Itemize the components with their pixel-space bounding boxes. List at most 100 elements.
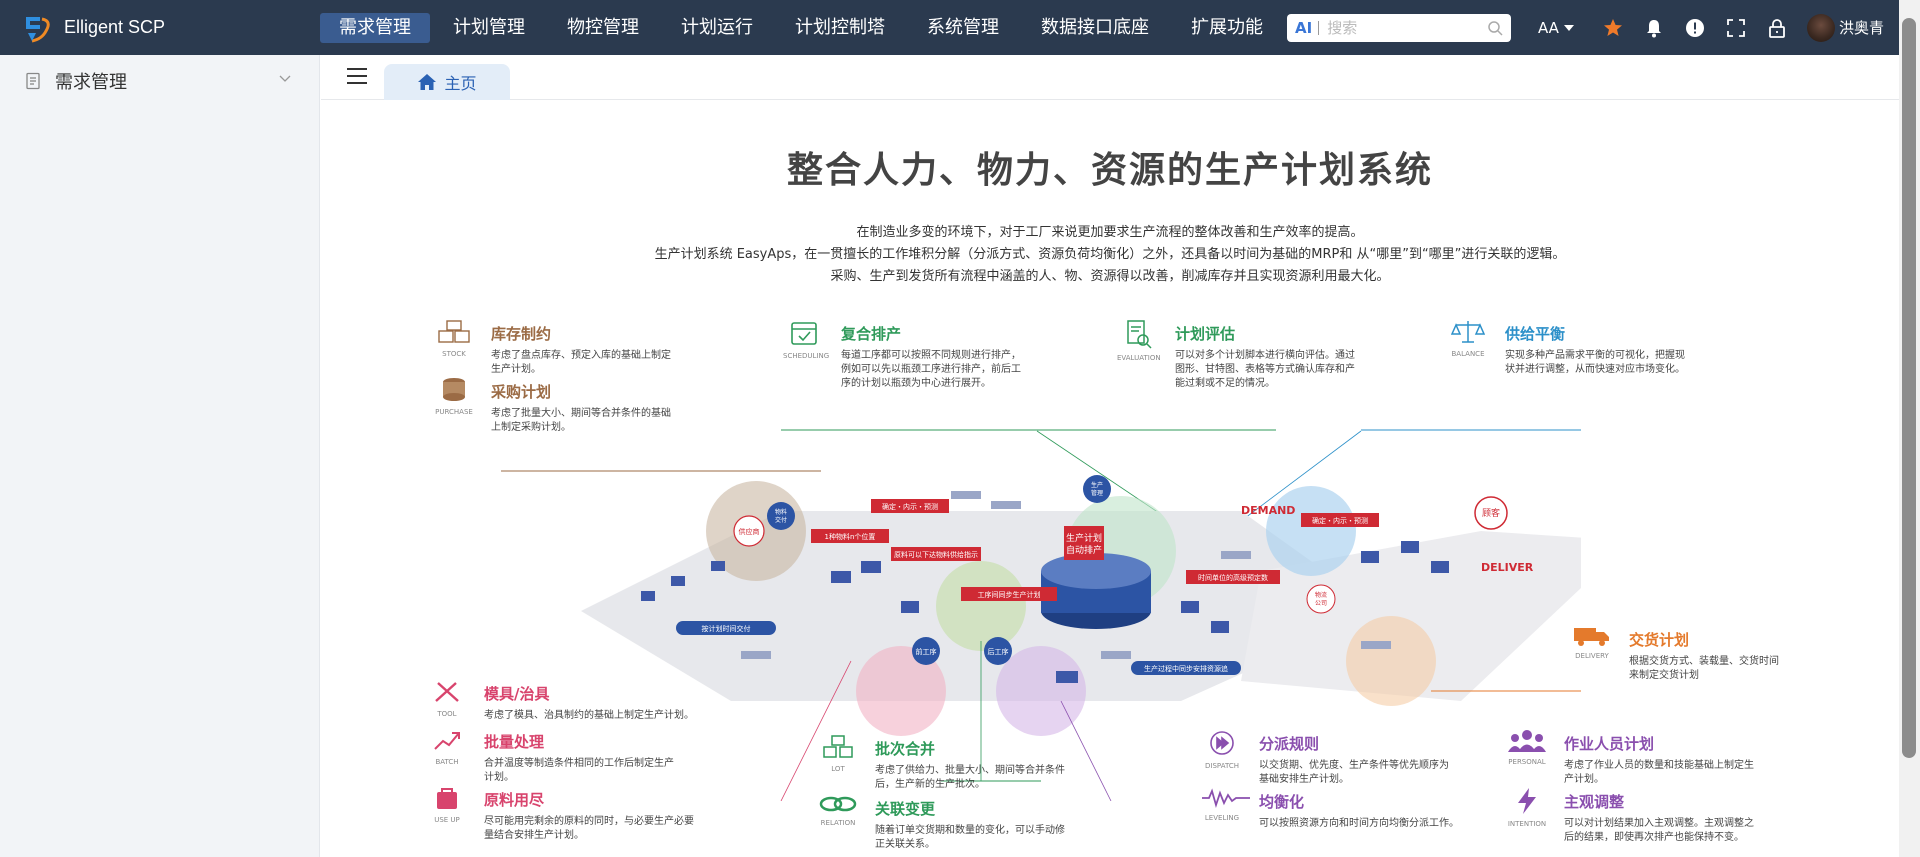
wrench-icon: TOOL — [426, 679, 468, 718]
feature-intention-title: 主观调整 — [1564, 793, 1625, 811]
search-separator — [1318, 21, 1320, 35]
nav-material-control[interactable]: 物控管理 — [548, 13, 658, 43]
feature-delivery-desc: 根据交货方式、装载量、交货时间 来制定交货计划 — [1629, 656, 1779, 681]
feature-evaluation-desc: 可以对多个计划脚本进行横向评估。通过 图形、甘特图、表格等方式确认库存和产 能过… — [1175, 350, 1355, 389]
poster-headline: 整合人力、物力、资源的生产计划系统 — [786, 150, 1433, 191]
batch-icon: BATCH — [426, 727, 468, 766]
svg-text:物流: 物流 — [1315, 591, 1327, 599]
search-box[interactable]: AI — [1287, 14, 1511, 42]
feature-lot: LOT 批次合并 考虑了供给力、批量大小、期间等合并条件 后，生产新的生产批次。 — [823, 735, 1065, 792]
feature-stock-title: 库存制约 — [491, 325, 552, 343]
svg-text:确定・内示・预测: 确定・内示・预测 — [882, 502, 938, 511]
dispatch-icon: DISPATCH — [1201, 729, 1243, 770]
feature-balance: BALANCE 供给平衡 实现多种产品需求平衡的可视化，把握现 状并进行调整，从… — [1450, 321, 1685, 377]
svg-text:顾客: 顾客 — [1482, 507, 1500, 519]
lock-icon[interactable] — [1766, 17, 1788, 39]
truck-icon: DELIVERY — [1571, 625, 1613, 660]
brand[interactable]: Elligent SCP — [0, 0, 320, 55]
feature-delivery-title: 交货计划 — [1629, 631, 1690, 649]
feature-use-up-desc: 尽可能用完剩余的原料的同时，与必要生产必要 量结合安排生产计划。 — [484, 816, 694, 841]
feature-intention: INTENTION 主观调整 可以对计划结果加入主观调整。主观调整之 后的结果，… — [1508, 788, 1754, 845]
svg-text:确定・内示・预测: 确定・内示・预测 — [1312, 516, 1368, 525]
feature-batch-desc: 合并温度等制造条件相同的工作后制定生产 计划。 — [484, 758, 674, 783]
logo-icon — [26, 16, 50, 42]
toolbar: AA 洪奥青 — [1538, 0, 1884, 55]
tab-home-label: 主页 — [444, 74, 477, 93]
poster-intro-line-1: 在制造业多变的环境下，对于工厂来说更加要求生产流程的整体改善和生产效率的提高。 — [856, 225, 1364, 240]
sidebar: 需求管理 — [0, 55, 320, 857]
caret-down-icon — [1563, 24, 1574, 31]
feature-evaluation: EVALUATION 计划评估 可以对多个计划脚本进行横向评估。通过 图形、甘特… — [1117, 320, 1355, 391]
purchase-icon: PURCHASE — [433, 377, 475, 416]
menu-toggle-icon[interactable] — [347, 68, 367, 84]
feature-personal-desc: 考虑了作业人员的数量和技能基础上制定生 产计划。 — [1564, 760, 1754, 785]
svg-text:按计划时间交付: 按计划时间交付 — [702, 624, 751, 633]
feature-leveling-title: 均衡化 — [1259, 793, 1305, 811]
feature-relation-title: 关联变更 — [875, 800, 936, 818]
feature-purchase-desc: 考虑了批量大小、期间等合并条件的基础 上制定采购计划。 — [491, 408, 671, 433]
feature-tool: TOOL 模具/治具 考虑了模具、治具制约的基础上制定生产计划。 — [435, 682, 694, 723]
feature-use-up-title: 原料用尽 — [484, 791, 545, 809]
feature-dispatch-title: 分派规则 — [1259, 735, 1320, 753]
nav-plan-management[interactable]: 计划管理 — [434, 13, 544, 43]
tab-home[interactable]: 主页 — [384, 64, 510, 100]
fullscreen-icon[interactable] — [1725, 17, 1747, 39]
svg-text:1种物料n个位置: 1种物料n个位置 — [825, 532, 876, 541]
search-icon[interactable] — [1487, 20, 1503, 36]
main-nav: 需求管理 计划管理 物控管理 计划运行 计划控制塔 系统管理 数据接口底座 扩展… — [320, 0, 1286, 55]
deliver-label: DELIVER — [1481, 561, 1534, 574]
feature-purchase: PURCHASE 采购计划 考虑了批量大小、期间等合并条件的基础 上制定采购计划… — [435, 378, 671, 435]
feature-scheduling-title: 复合排产 — [841, 325, 902, 343]
feature-batch: BATCH 批量处理 合并温度等制造条件相同的工作后制定生产 计划。 — [434, 731, 674, 785]
svg-text:交付: 交付 — [775, 516, 787, 524]
feature-scheduling-desc: 每道工序都可以按照不同规则进行排产， 例如可以先以瓶颈工序进行排产，前后工 序的… — [841, 350, 1021, 389]
feature-relation: RELATION 关联变更 随着订单交货期和数量的变化，可以手动修 正关联关系。 — [819, 796, 1065, 852]
font-size-label: AA — [1538, 18, 1559, 37]
link-icon: RELATION — [817, 794, 859, 827]
poster-intro-line-2: 生产计划系统 EasyAps，在一贯擅长的工作堆积分解（分派方式、资源负荷均衡化… — [654, 247, 1566, 262]
font-size-button[interactable]: AA — [1538, 19, 1574, 37]
svg-text:生产: 生产 — [1091, 481, 1103, 489]
nav-extensions[interactable]: 扩展功能 — [1172, 13, 1282, 43]
feature-batch-title: 批量处理 — [484, 733, 545, 751]
sidebar-item-demand-management[interactable]: 需求管理 — [0, 55, 319, 107]
chevron-down-icon[interactable] — [279, 75, 291, 83]
svg-text:公司: 公司 — [1315, 600, 1327, 607]
avatar — [1806, 13, 1835, 42]
nav-plan-control-tower[interactable]: 计划控制塔 — [776, 13, 904, 43]
star-icon[interactable] — [1602, 17, 1624, 39]
evaluation-icon: EVALUATION — [1117, 319, 1161, 362]
user-menu[interactable]: 洪奥青 — [1806, 13, 1884, 42]
feature-lot-desc: 考虑了供给力、批量大小、期间等合并条件 后，生产新的生产批次。 — [875, 765, 1065, 790]
home-icon — [418, 74, 437, 90]
feature-leveling-desc: 可以按照资源方向和时间方向均衡分派工作。 — [1259, 818, 1459, 829]
nav-data-interface[interactable]: 数据接口底座 — [1022, 13, 1168, 43]
svg-text:生产计划: 生产计划 — [1066, 532, 1102, 544]
user-name: 洪奥青 — [1838, 19, 1884, 37]
lightning-icon: INTENTION — [1506, 787, 1548, 828]
search-input[interactable] — [1327, 19, 1478, 37]
svg-text:生产过程中同步安排资源追: 生产过程中同步安排资源追 — [1144, 664, 1228, 673]
svg-text:前工序: 前工序 — [916, 647, 937, 656]
ai-label: AI — [1295, 19, 1313, 37]
home-poster: 整合人力、物力、资源的生产计划系统 在制造业多变的环境下，对于工厂来说更加要求生… — [321, 101, 1899, 857]
svg-text:供应商: 供应商 — [739, 527, 760, 536]
svg-text:原料可以下达物料供给指示: 原料可以下达物料供给指示 — [894, 550, 978, 559]
bell-icon[interactable] — [1643, 17, 1665, 39]
svg-text:自动排产: 自动排产 — [1066, 544, 1102, 556]
feature-tool-title: 模具/治具 — [484, 685, 550, 703]
nav-plan-run[interactable]: 计划运行 — [662, 13, 772, 43]
poster-intro-line-3: 采购、生产到发货所有流程中涵盖的人、物、资源得以改善，削减库存并且实现资源利用最… — [830, 269, 1390, 284]
scrollbar-thumb[interactable] — [1902, 18, 1916, 758]
nav-system-management[interactable]: 系统管理 — [908, 13, 1018, 43]
nav-demand-management[interactable]: 需求管理 — [320, 12, 430, 43]
feature-relation-desc: 随着订单交货期和数量的变化，可以手动修 正关联关系。 — [875, 825, 1065, 850]
lot-icon: LOT — [817, 734, 859, 773]
scale-icon: BALANCE — [1447, 319, 1489, 358]
alert-icon[interactable] — [1684, 17, 1706, 39]
feature-balance-title: 供给平衡 — [1505, 325, 1566, 343]
document-icon — [26, 72, 40, 90]
sidebar-item-label: 需求管理 — [55, 72, 127, 93]
stock-icon: STOCK — [433, 319, 475, 358]
tab-bar: 主页 — [321, 55, 1899, 100]
